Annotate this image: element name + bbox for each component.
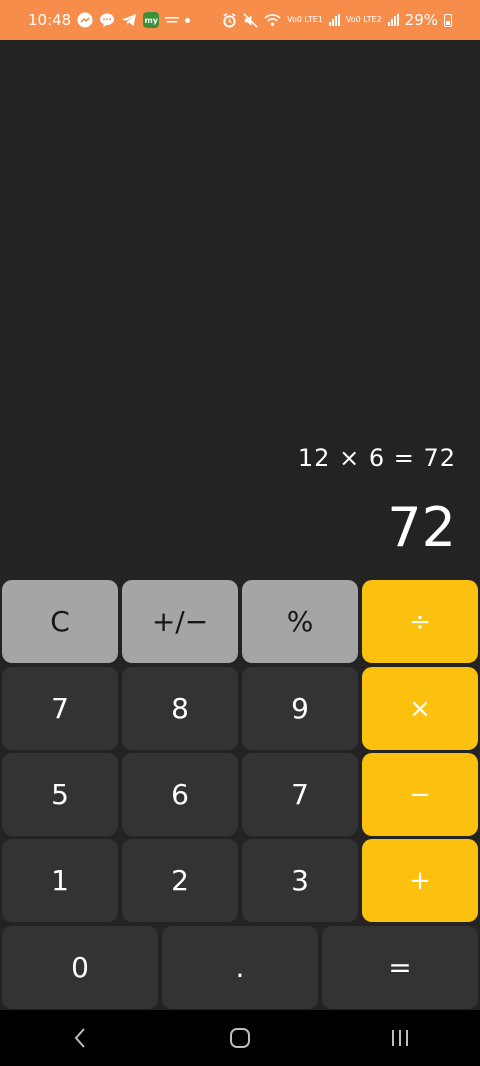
digit-0-button[interactable]: 0 [2,926,158,1009]
battery-icon [444,13,452,27]
digit-7-button[interactable]: 7 [2,667,118,750]
my-app-icon: my [143,12,160,28]
decimal-point-button[interactable]: . [162,926,318,1009]
sign-toggle-button[interactable]: +/− [122,580,238,663]
status-time: 10:48 [28,11,72,29]
clear-button[interactable]: C [2,580,118,663]
messenger-icon [77,12,93,28]
home-icon[interactable] [210,1018,270,1058]
digit-1-button[interactable]: 1 [2,839,118,922]
percent-button[interactable]: % [242,580,358,663]
keypad: C +/− % ÷ 7 8 9 × 5 6 7 − 1 2 3 + 0 . = [0,579,480,1009]
recents-icon[interactable] [370,1018,430,1058]
status-bar-left: 10:48 my [28,11,191,29]
digit-8-button[interactable]: 8 [122,667,238,750]
signal-2-icon [387,14,399,26]
calculator-screen: 10:48 my Vo0 LTE1 Vo0 LTE2 29% 12 × 6 = … [0,0,480,1066]
signal-1-icon [328,14,340,26]
alarm-icon [222,12,237,28]
back-icon[interactable] [50,1018,110,1058]
digit-2-button[interactable]: 2 [122,839,238,922]
divide-button[interactable]: ÷ [362,580,478,663]
add-button[interactable]: + [362,839,478,922]
digit-7b-button[interactable]: 7 [242,753,358,836]
chat-icon [99,12,115,28]
digit-6-button[interactable]: 6 [122,753,238,836]
equals-button[interactable]: = [322,926,478,1009]
expression-display: 12 × 6 = 72 [297,444,456,472]
carrier-1-label: Vo0 LTE1 [287,15,323,24]
mute-icon [243,12,258,28]
battery-percent: 29% [404,11,438,29]
digit-5-button[interactable]: 5 [2,753,118,836]
digit-9-button[interactable]: 9 [242,667,358,750]
subtract-button[interactable]: − [362,753,478,836]
carrier-2-label: Vo0 LTE2 [345,15,382,24]
result-display: 72 [387,496,456,559]
multiply-button[interactable]: × [362,667,478,750]
wifi-icon [264,13,281,27]
navigation-bar [0,1010,480,1066]
telegram-icon [121,12,137,28]
status-bar-right: Vo0 LTE1 Vo0 LTE2 29% [222,11,452,29]
notification-lines-icon [165,15,180,25]
digit-3-button[interactable]: 3 [242,839,358,922]
more-notifications-dot-icon [185,17,191,23]
status-bar: 10:48 my Vo0 LTE1 Vo0 LTE2 29% [0,0,480,40]
